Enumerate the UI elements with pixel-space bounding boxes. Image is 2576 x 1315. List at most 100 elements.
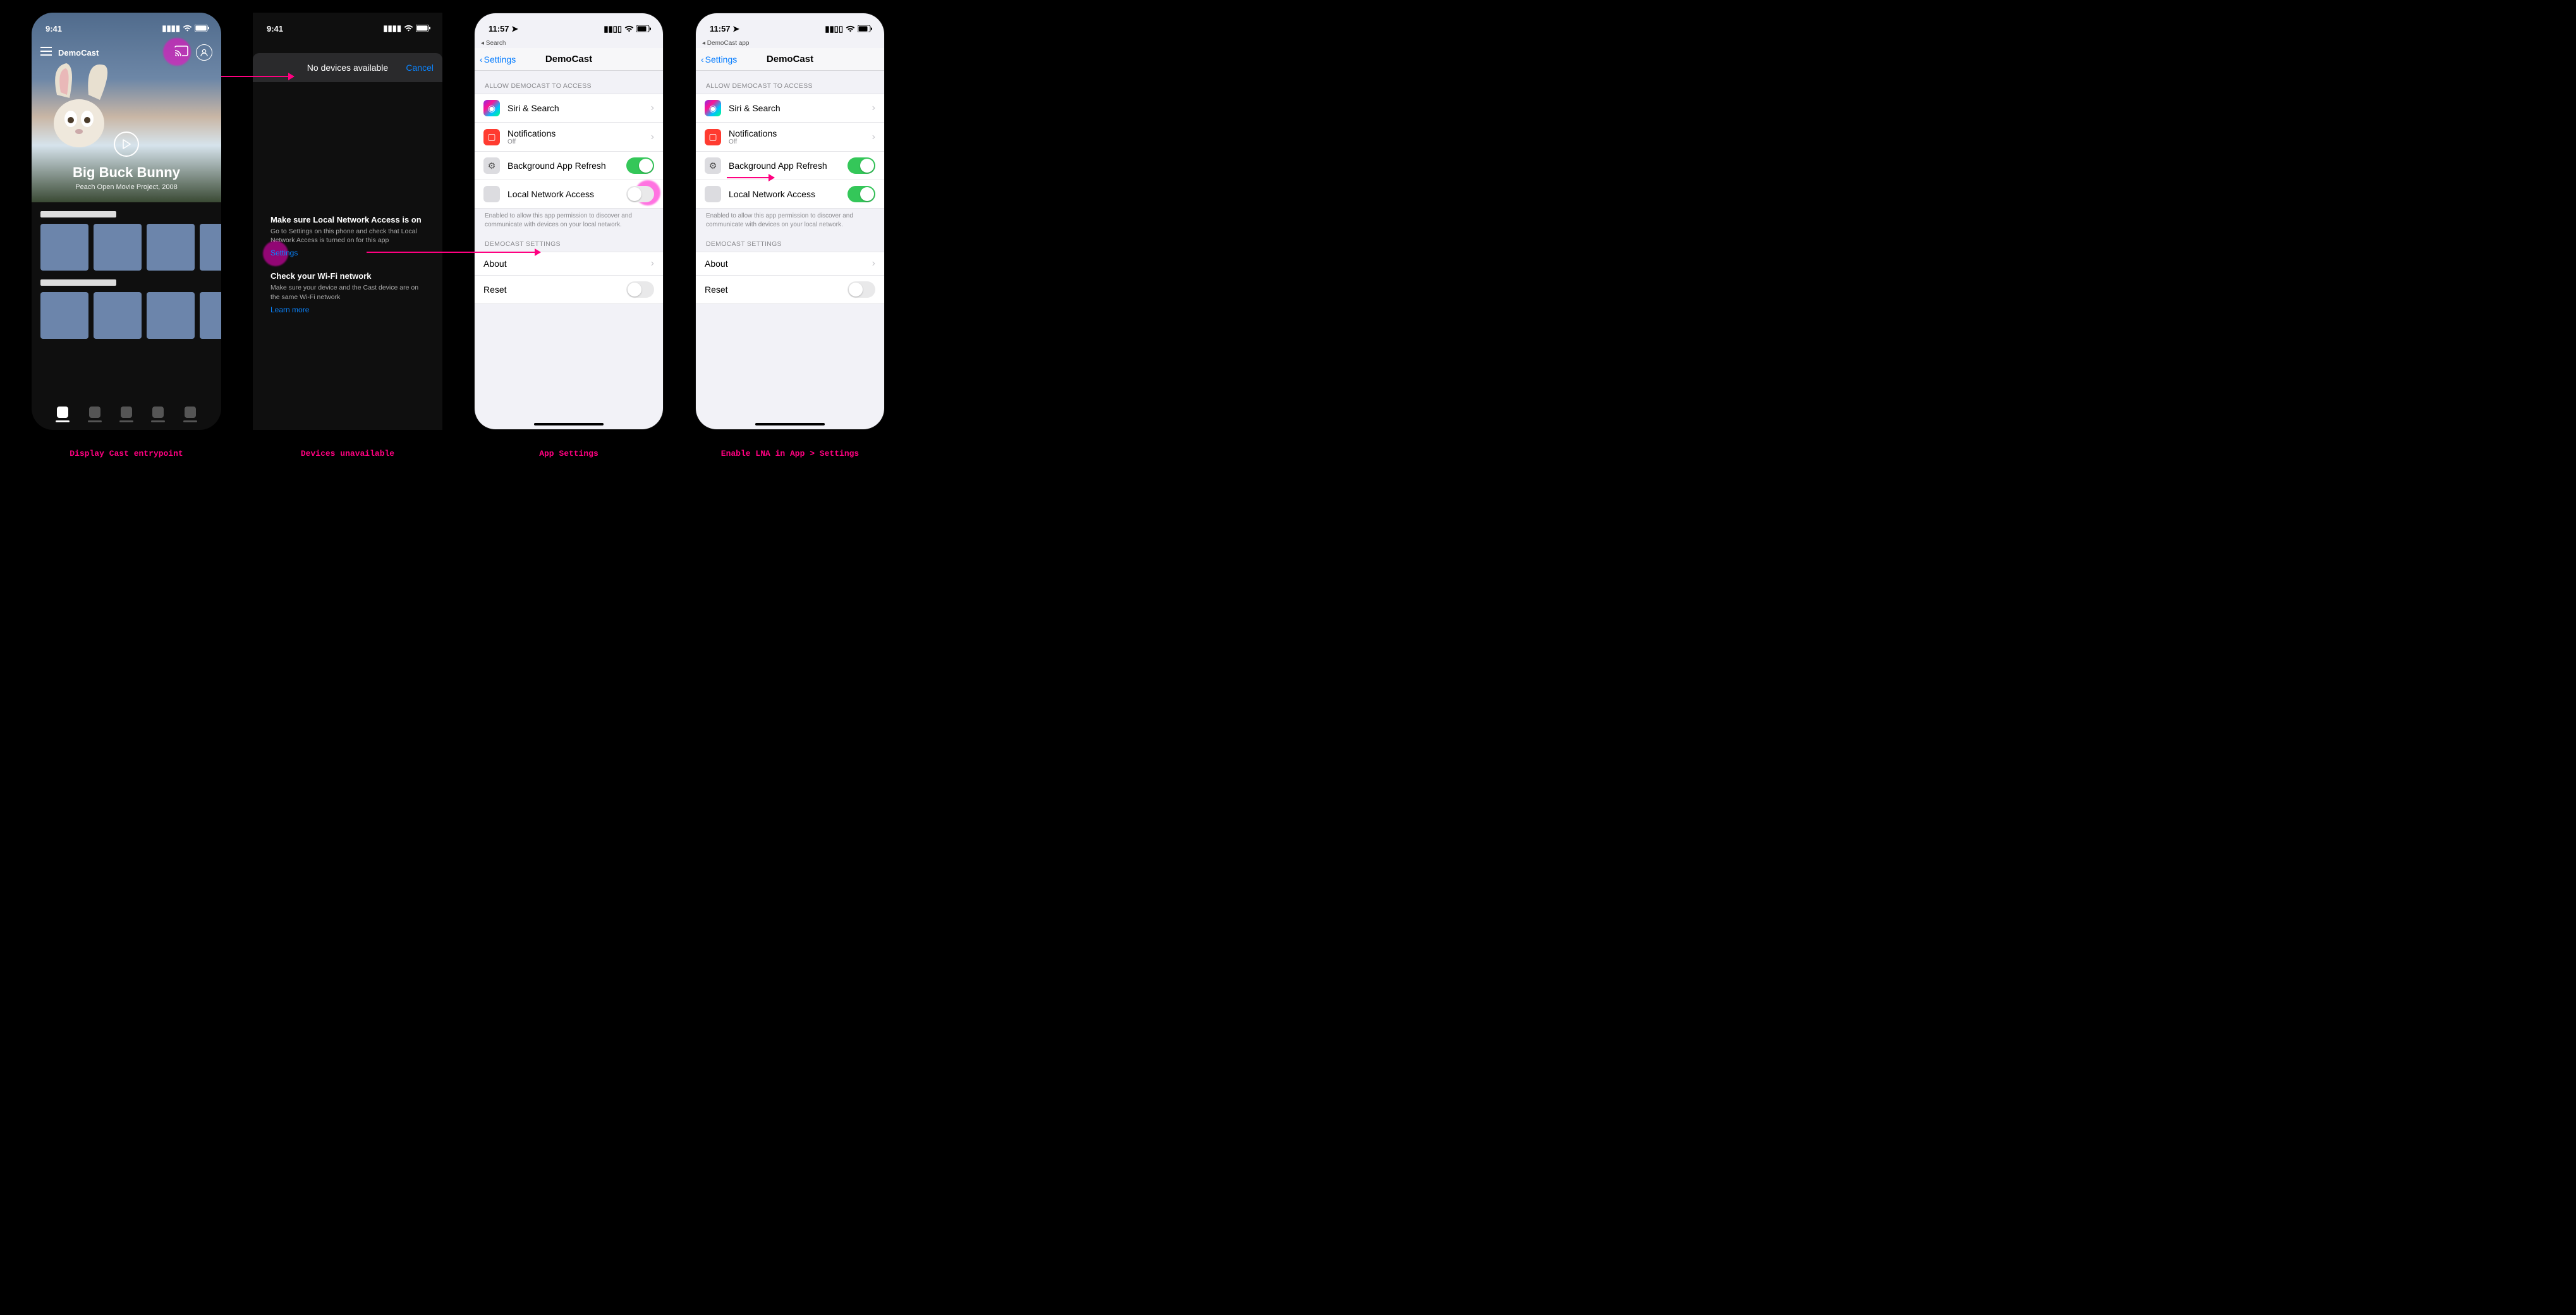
wifi-icon	[624, 25, 634, 34]
chevron-right-icon: ›	[651, 132, 654, 143]
row-reset[interactable]: Reset	[696, 275, 884, 304]
content-tile[interactable]	[200, 292, 221, 339]
tab-item[interactable]	[119, 407, 133, 422]
rail-heading-placeholder	[40, 279, 116, 286]
lna-body: Go to Settings on this phone and check t…	[270, 227, 425, 245]
siri-icon: ◉	[483, 100, 500, 116]
hero-area: 9:41 ▮▮▮▮	[32, 13, 221, 202]
toggle-local-network-access[interactable]	[626, 186, 654, 202]
notifications-icon: ▢	[705, 129, 721, 145]
chevron-right-icon: ›	[872, 102, 875, 114]
back-button[interactable]: ‹ Settings	[701, 54, 737, 64]
row-local-network-access[interactable]: Local Network Access	[696, 180, 884, 209]
signal-icon: ▮▮▮▮	[162, 23, 180, 34]
content-tile[interactable]	[200, 224, 221, 271]
content-tile[interactable]	[40, 292, 88, 339]
app-title: DemoCast	[58, 48, 99, 58]
row-sublabel: Off	[507, 138, 643, 145]
hero-artwork	[44, 63, 145, 158]
breadcrumb-back-to-search[interactable]: ◂ Search	[475, 39, 663, 48]
row-notifications[interactable]: ▢ Notifications Off ›	[696, 122, 884, 152]
row-background-refresh[interactable]: ⚙ Background App Refresh	[475, 151, 663, 180]
location-icon: ➤	[511, 24, 518, 34]
toggle-reset[interactable]	[848, 281, 875, 298]
content-tile[interactable]	[40, 224, 88, 271]
toggle-local-network-access[interactable]	[848, 186, 875, 202]
tab-item[interactable]	[151, 407, 165, 422]
chevron-right-icon: ›	[651, 258, 654, 269]
row-notifications[interactable]: ▢ Notifications Off ›	[475, 122, 663, 152]
learn-more-link[interactable]: Learn more	[270, 305, 309, 314]
content-rail-1	[32, 202, 221, 271]
location-icon: ➤	[732, 24, 739, 34]
row-label: Siri & Search	[507, 103, 643, 113]
back-label: Settings	[705, 54, 738, 64]
wifi-icon	[404, 24, 413, 34]
sheet-title: No devices available	[307, 63, 388, 73]
row-background-refresh[interactable]: ⚙ Background App Refresh	[696, 151, 884, 180]
settings-link[interactable]: Settings	[270, 248, 298, 257]
row-label: Background App Refresh	[729, 161, 840, 171]
status-bar: 9:41 ▮▮▮▮	[253, 13, 442, 38]
phone-democast-home: 9:41 ▮▮▮▮	[32, 13, 221, 430]
content-tile[interactable]	[147, 292, 195, 339]
group-label-access: ALLOW DEMOCAST TO ACCESS	[696, 71, 884, 94]
rail-heading-placeholder	[40, 211, 116, 217]
status-time: 9:41	[267, 24, 283, 34]
row-sublabel: Off	[729, 138, 865, 145]
wifi-heading: Check your Wi-Fi network	[270, 271, 425, 281]
toggle-background-refresh[interactable]	[848, 157, 875, 174]
row-about[interactable]: About ›	[475, 252, 663, 276]
breadcrumb-back-to-app[interactable]: ◂ DemoCast app	[696, 39, 884, 48]
signal-icon: ▮▮▯▯	[604, 24, 622, 34]
content-tile[interactable]	[94, 224, 142, 271]
cast-icon[interactable]	[174, 46, 188, 60]
row-label: Background App Refresh	[507, 161, 619, 171]
cancel-button[interactable]: Cancel	[406, 63, 434, 73]
phone-no-devices: 9:41 ▮▮▮▮ No devices available Cancel Ma…	[253, 13, 442, 430]
toggle-reset[interactable]	[626, 281, 654, 298]
content-tile[interactable]	[147, 224, 195, 271]
wifi-icon	[846, 25, 855, 34]
tab-item[interactable]	[88, 407, 102, 422]
hamburger-icon[interactable]	[40, 47, 52, 59]
status-time: 11:57	[489, 24, 509, 34]
row-siri-search[interactable]: ◉ Siri & Search ›	[696, 94, 884, 123]
battery-icon	[195, 24, 210, 34]
row-label: Local Network Access	[729, 189, 840, 199]
signal-icon: ▮▮▯▯	[825, 24, 843, 34]
chevron-left-icon: ‹	[701, 54, 704, 64]
nav-bar: ‹ Settings DemoCast	[696, 48, 884, 71]
notifications-icon: ▢	[483, 129, 500, 145]
row-reset[interactable]: Reset	[475, 275, 663, 304]
tab-bar	[32, 407, 221, 422]
row-about[interactable]: About ›	[696, 252, 884, 276]
settings-link-label: Settings	[270, 248, 298, 257]
step-enable-lna: 11:57 ➤ ▮▮▯▯ ◂ DemoCast app ‹ Settings D…	[695, 13, 885, 458]
row-local-network-access[interactable]: Local Network Access	[475, 180, 663, 209]
flow-arrow-1	[221, 76, 294, 77]
group-label-access: ALLOW DEMOCAST TO ACCESS	[475, 71, 663, 94]
phone-settings-lna-on: 11:57 ➤ ▮▮▯▯ ◂ DemoCast app ‹ Settings D…	[695, 13, 885, 430]
step-app-settings: 11:57 ➤ ▮▮▯▯ ◂ Search ‹ Settings DemoCas…	[474, 13, 664, 458]
wifi-body: Make sure your device and the Cast devic…	[270, 283, 425, 301]
row-siri-search[interactable]: ◉ Siri & Search ›	[475, 94, 663, 123]
tab-item[interactable]	[56, 407, 70, 422]
back-button[interactable]: ‹ Settings	[480, 54, 516, 64]
content-tile[interactable]	[94, 292, 142, 339]
status-bar: 9:41 ▮▮▮▮	[32, 13, 221, 38]
group-label-app: DEMOCAST SETTINGS	[696, 229, 884, 252]
row-label: About	[705, 259, 865, 269]
status-time: 11:57	[710, 24, 731, 34]
profile-icon[interactable]	[196, 44, 212, 61]
chevron-right-icon: ›	[872, 132, 875, 143]
lna-icon	[705, 186, 721, 202]
row-label: Reset	[705, 284, 840, 295]
row-label: Notifications	[729, 128, 777, 138]
tab-item[interactable]	[183, 407, 197, 422]
flow-arrow-3	[727, 177, 774, 178]
gear-icon: ⚙	[483, 157, 500, 174]
row-label: Reset	[483, 284, 619, 295]
wifi-icon	[183, 24, 192, 34]
toggle-background-refresh[interactable]	[626, 157, 654, 174]
